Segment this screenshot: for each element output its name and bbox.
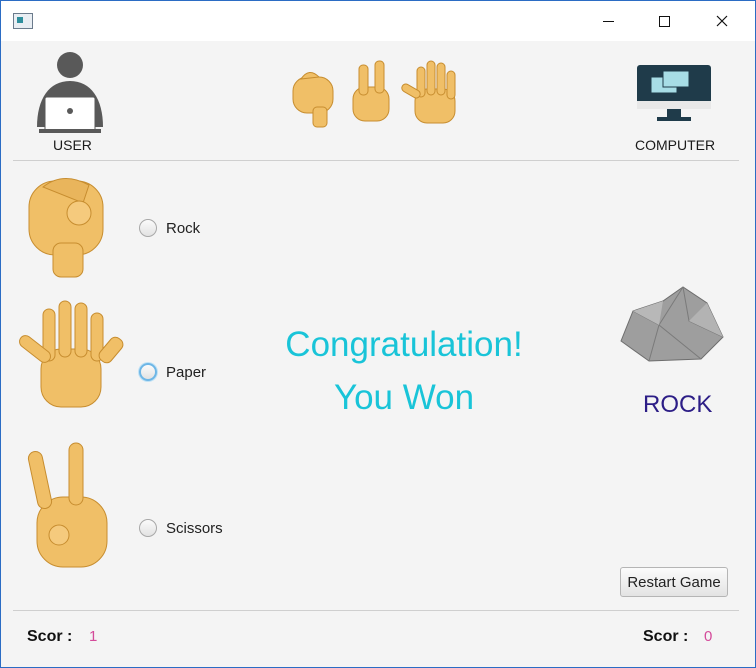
title-bar (1, 1, 755, 41)
scissors-hand-icon[interactable] (27, 442, 115, 575)
maximize-icon (658, 15, 670, 27)
result-line-2: You Won (333, 378, 475, 417)
computer-icon (637, 65, 711, 121)
user-score-label: Scor : (27, 628, 73, 645)
restart-game-button[interactable]: Restart Game (620, 567, 728, 597)
result-line-1: Congratulation! (285, 325, 523, 364)
minimize-button[interactable] (585, 1, 631, 41)
app-window: USER COMPUTER Rock Paper Scissors Congra… (0, 0, 756, 668)
header-divider (13, 160, 739, 161)
scissors-radio[interactable] (139, 519, 157, 537)
footer-divider (13, 610, 739, 611)
paper-radio-label[interactable]: Paper (166, 364, 206, 381)
rock-icon (620, 286, 724, 362)
app-icon (13, 13, 33, 29)
scissors-radio-label[interactable]: Scissors (166, 520, 223, 537)
user-label: USER (53, 137, 92, 153)
computer-score-label: Scor : (643, 628, 689, 645)
paper-hand-icon[interactable] (17, 299, 125, 421)
rock-hand-icon[interactable] (23, 173, 115, 283)
rock-paper-scissors-icon (292, 60, 456, 128)
close-icon (716, 15, 728, 27)
computer-label: COMPUTER (635, 137, 716, 153)
user-icon (37, 52, 103, 133)
minimize-icon (602, 20, 614, 22)
maximize-button[interactable] (641, 1, 687, 41)
computer-score-value: 0 (704, 628, 713, 645)
close-button[interactable] (699, 1, 745, 41)
rock-radio[interactable] (139, 219, 157, 237)
paper-radio[interactable] (139, 363, 157, 381)
user-score-value: 1 (89, 628, 98, 645)
computer-choice-label: ROCK (643, 391, 713, 418)
rock-radio-label[interactable]: Rock (166, 220, 200, 237)
